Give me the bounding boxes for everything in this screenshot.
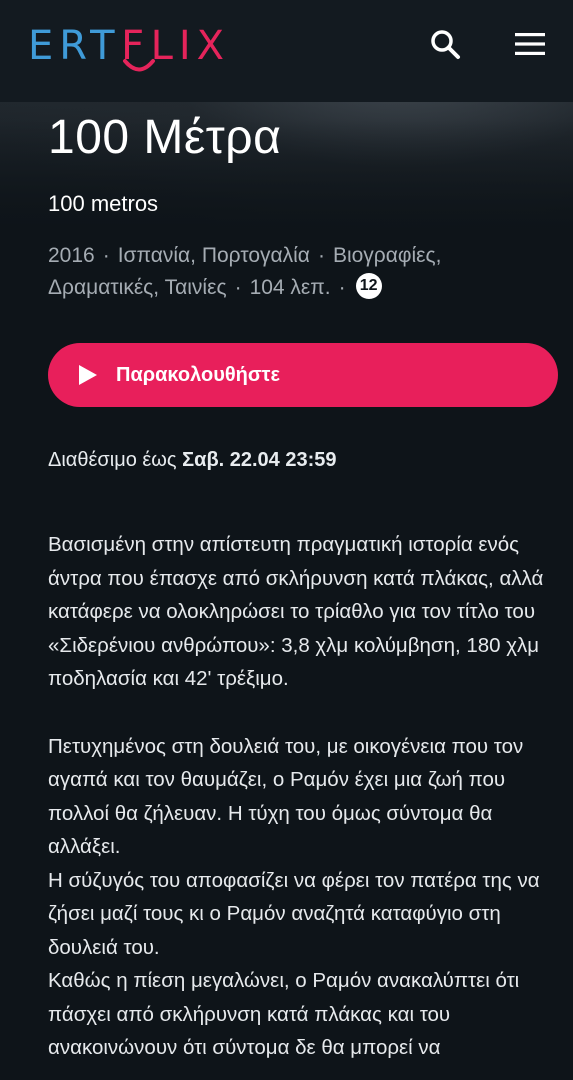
separator: · <box>102 244 110 267</box>
movie-description: Βασισμένη στην απίστευτη πραγματική ιστο… <box>48 528 563 1065</box>
logo-ert: ERT <box>28 23 121 69</box>
genres-line1: Βιογραφίες, <box>332 244 442 267</box>
separator: · <box>234 276 242 299</box>
search-icon <box>431 30 460 59</box>
age-rating-badge: 12 <box>355 273 382 300</box>
watch-button[interactable]: Παρακολουθήστε <box>48 343 558 407</box>
watch-button-label: Παρακολουθήστε <box>116 363 280 386</box>
page-title: 100 Μέτρα <box>48 111 282 164</box>
genres-line2: Δραματικές, Ταινίες <box>48 276 227 299</box>
smile-icon <box>123 59 155 72</box>
description-paragraph: Καθώς η πίεση μεγαλώνει, ο Ραμόν ανακαλύ… <box>48 969 520 1059</box>
availability-date: Σαβ. 22.04 23:59 <box>182 449 337 471</box>
logo-flix: LIX <box>150 23 231 69</box>
separator: · <box>338 276 346 299</box>
description-paragraph: Πετυχημένος στη δουλειά του, με οικογένε… <box>48 734 524 859</box>
original-title: 100 metros <box>48 191 159 216</box>
search-button[interactable] <box>425 24 465 64</box>
menu-button[interactable] <box>510 24 550 64</box>
availability-info: Διαθέσιμο έως Σαβ. 22.04 23:59 <box>48 449 337 472</box>
top-header: ERT F LIX <box>0 0 573 102</box>
duration: 104 λεπ. <box>249 276 331 299</box>
description-paragraph: Βασισμένη στην απίστευτη πραγματική ιστο… <box>48 533 544 690</box>
availability-prefix: Διαθέσιμο έως <box>48 449 177 471</box>
hamburger-menu-icon <box>515 33 545 55</box>
play-icon <box>79 365 97 385</box>
separator: · <box>317 244 325 267</box>
countries: Ισπανία, Πορτογαλία <box>117 244 310 267</box>
year: 2016 <box>48 244 95 267</box>
movie-metadata: 2016 · Ισπανία, Πορτογαλία · Βιογραφίες, Δρα… <box>48 240 548 304</box>
description-paragraph: Η σύζυγός του αποφασίζει να φέρει τον πα… <box>48 868 540 959</box>
ertflix-logo[interactable]: ERT F LIX <box>28 24 230 78</box>
